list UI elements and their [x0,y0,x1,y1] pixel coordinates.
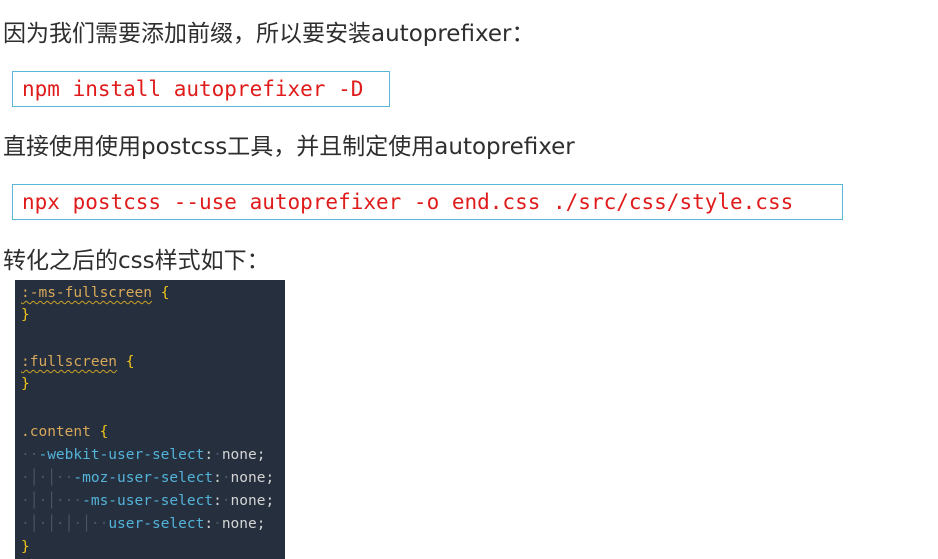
code-line-close: } [21,304,30,326]
selector-ms-fullscreen: :-ms-fullscreen [21,285,152,301]
code-line-ms: ·│·│···-ms-user-select:·none; [21,490,274,512]
indent-guide: · [213,447,222,463]
code-line-webkit: ··-webkit-user-select:·none; [21,444,265,466]
value-none: none; [221,516,266,532]
indent-guide: · [213,516,222,532]
css-code-screenshot: :-ms-fullscreen { } :fullscreen { } .con… [15,280,285,559]
indent-guide: ·│·│··· [21,493,83,509]
postcss-paragraph: 直接使用使用postcss工具，并且制定使用autoprefixer [3,134,575,160]
property-user-select: user-select [108,516,205,532]
code-line-ms-fullscreen: :-ms-fullscreen { [21,282,169,304]
postcss-command-text: npx postcss --use autoprefixer -o end.cs… [22,190,794,214]
install-command-text: npm install autoprefixer -D [22,77,364,101]
close-brace: } [21,307,30,323]
value-none: none; [230,493,275,509]
indent-guide: · [221,493,231,509]
result-paragraph: 转化之后的css样式如下： [3,248,270,274]
intro-paragraph: 因为我们需要添加前缀，所以要安装autoprefixer： [3,21,535,47]
value-none: none; [221,447,266,463]
open-brace: { [160,285,170,301]
code-line-close: } [21,373,30,395]
indent-guide: · [221,470,231,486]
open-brace: { [99,424,109,440]
selector-content: .content [21,424,91,440]
colon: : [213,493,222,509]
postcss-command-block: npx postcss --use autoprefixer -o end.cs… [12,184,843,220]
property-moz: -moz-user-select [73,470,214,486]
open-brace: { [125,354,135,370]
colon: : [213,470,222,486]
code-line-moz: ·│·│··-moz-user-select:·none; [21,467,274,489]
property-webkit: -webkit-user-select [38,447,205,463]
selector-fullscreen: :fullscreen [21,354,118,370]
code-line-standard: ·│·│·│·│··user-select:·none; [21,513,265,535]
value-none: none; [230,470,275,486]
indent-guide: ·· [21,447,39,463]
close-brace: } [21,376,30,392]
code-line-fullscreen: :fullscreen { [21,351,135,373]
colon: : [204,516,214,532]
property-ms: -ms-user-select [82,493,214,509]
install-command-block: npm install autoprefixer -D [12,71,390,107]
indent-guide: ·│·│·│·│·· [21,516,109,532]
colon: : [204,447,214,463]
indent-guide: ·│·│·· [21,470,74,486]
code-line-content: .content { [21,421,108,443]
code-line-close: } [21,536,30,558]
close-brace: } [21,539,30,555]
